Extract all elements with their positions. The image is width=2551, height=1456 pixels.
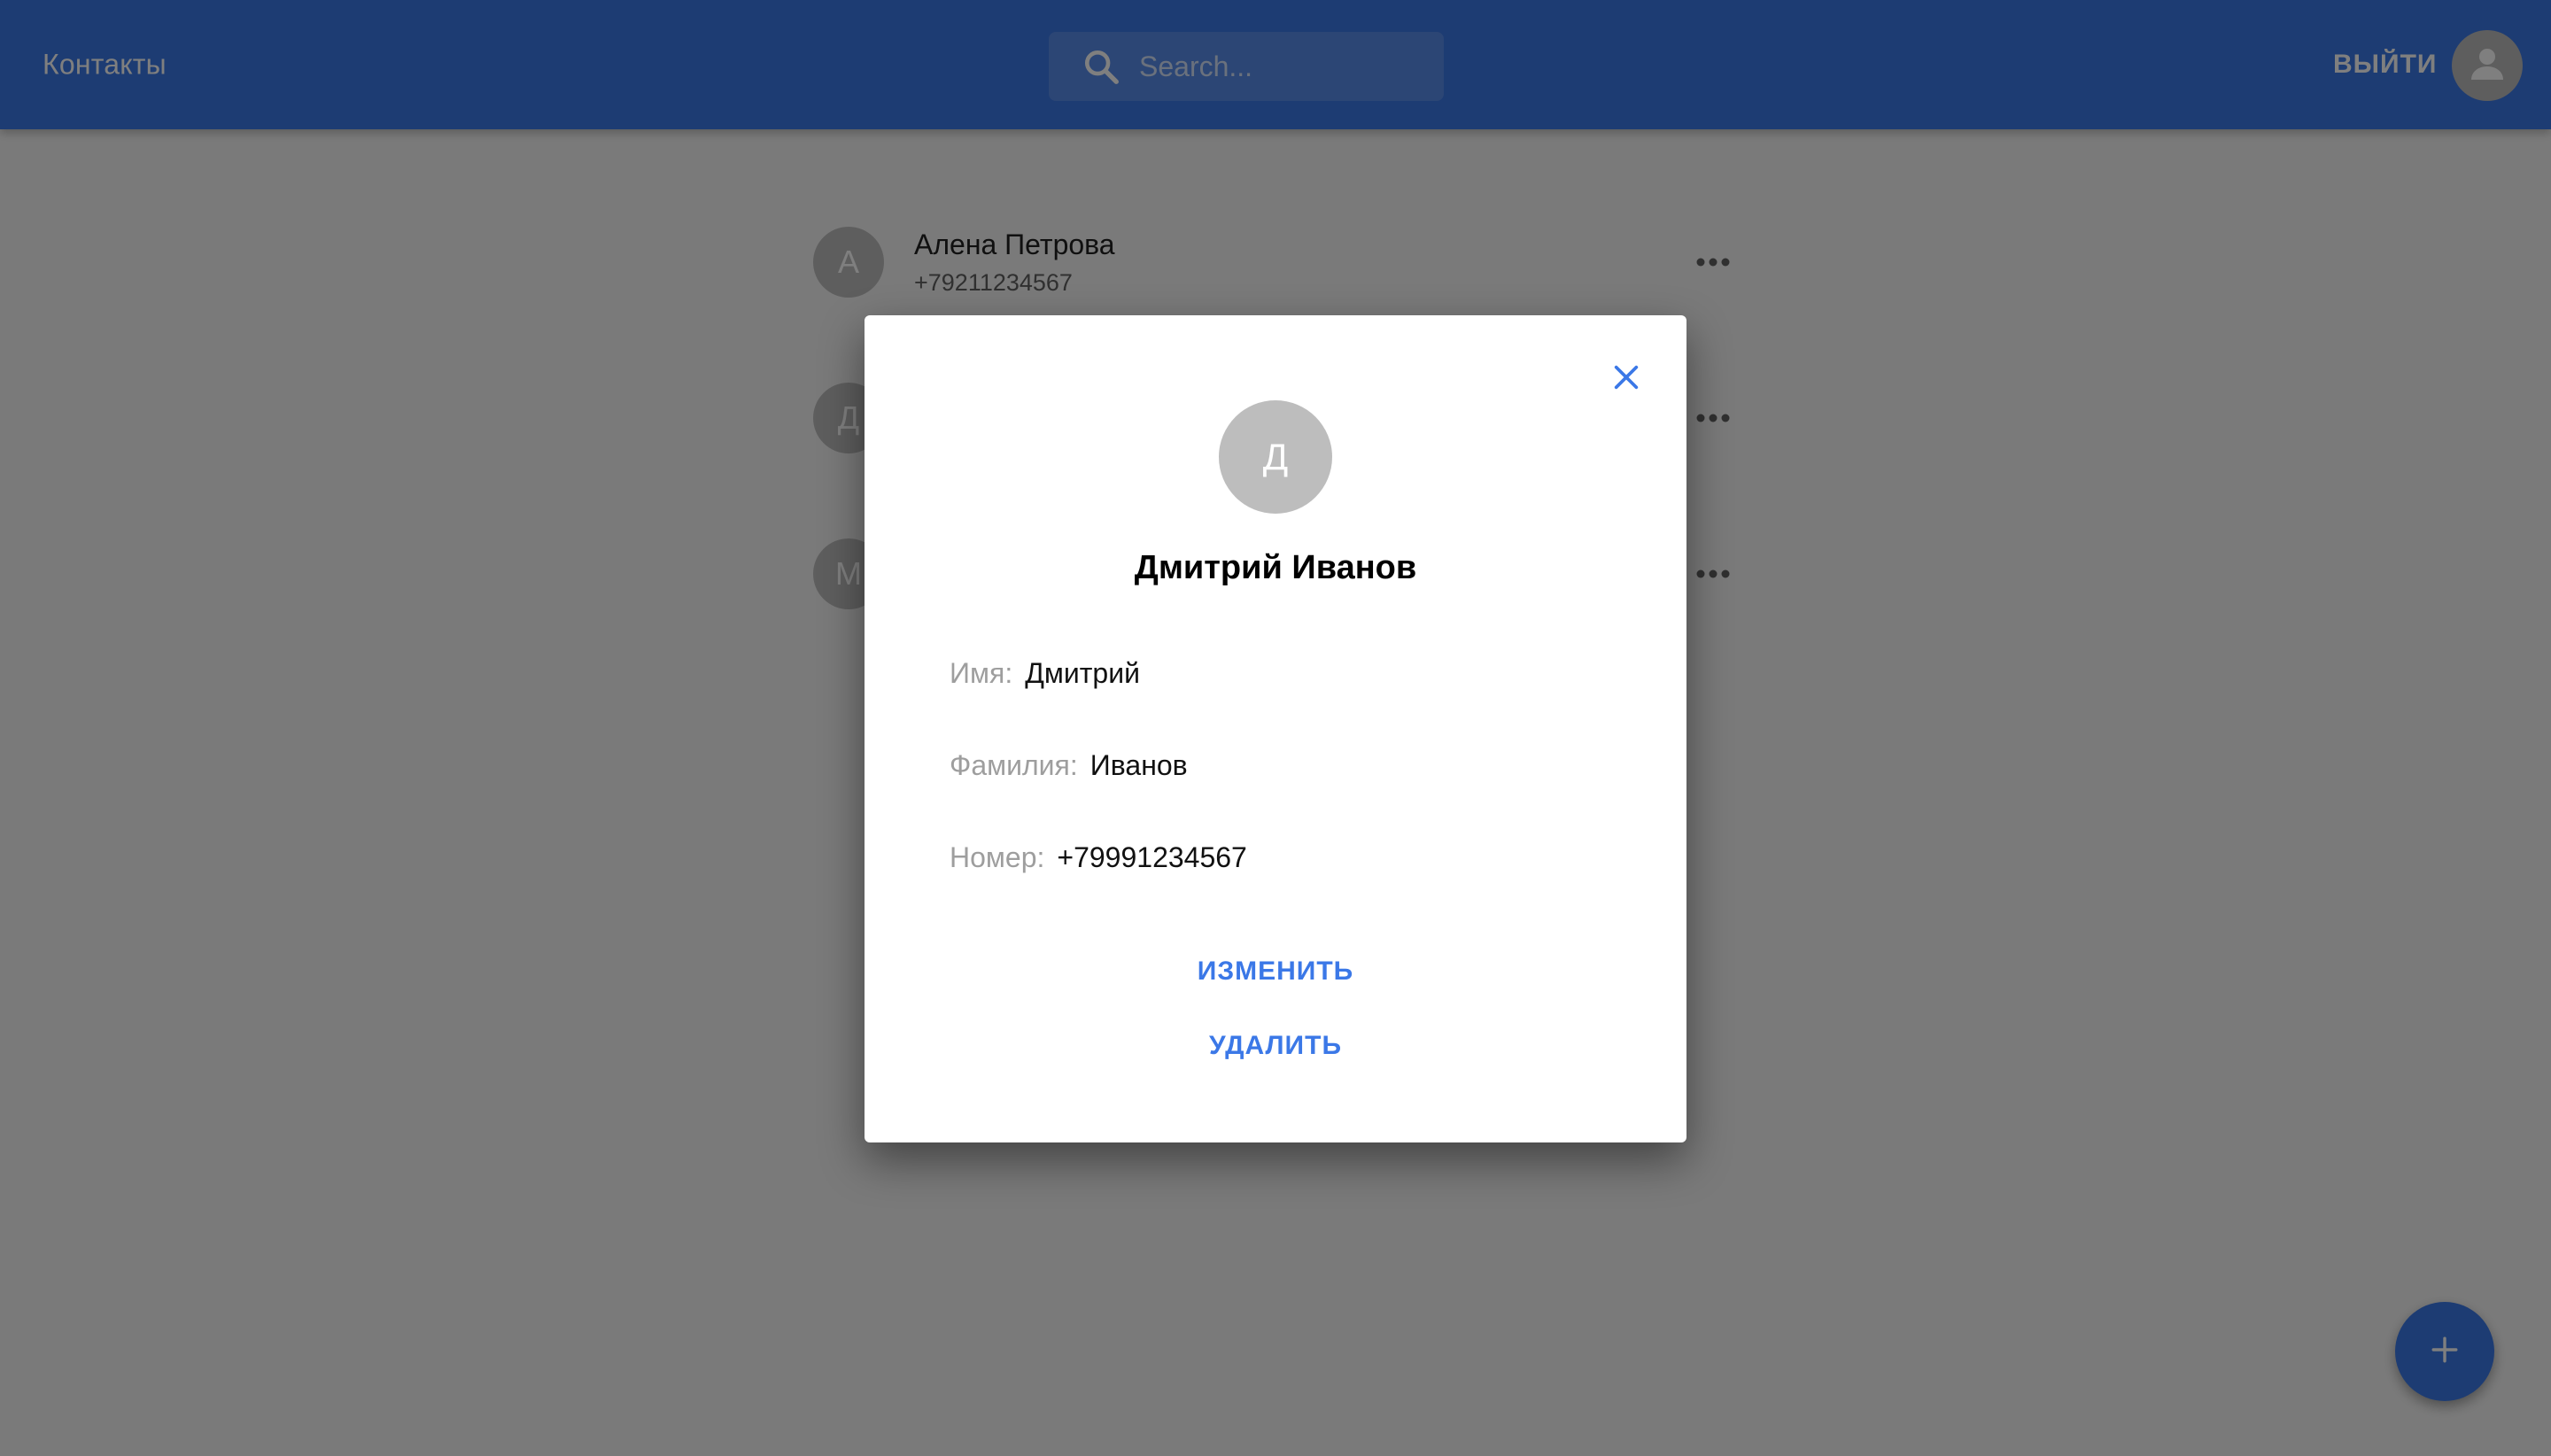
first-name-field: Имя: Дмитрий: [950, 657, 1140, 690]
close-icon: [1611, 362, 1641, 397]
phone-field: Номер: +79991234567: [950, 841, 1247, 874]
last-name-value: Иванов: [1089, 749, 1188, 781]
edit-button[interactable]: ИЗМЕНИТЬ: [865, 956, 1686, 987]
contact-full-name: Дмитрий Иванов: [1134, 549, 1417, 586]
close-button[interactable]: [1601, 354, 1651, 404]
delete-button[interactable]: УДАЛИТЬ: [865, 1031, 1686, 1061]
phone-value: +79991234567: [1057, 841, 1247, 873]
first-name-label: Имя:: [950, 657, 1013, 689]
last-name-field: Фамилия: Иванов: [950, 749, 1188, 782]
first-name-value: Дмитрий: [1025, 657, 1140, 689]
last-name-label: Фамилия:: [950, 749, 1078, 781]
phone-label: Номер:: [950, 841, 1045, 873]
contact-details-dialog: Д Дмитрий Иванов Имя: Дмитрий Фамилия: Ива…: [865, 315, 1686, 1142]
contact-avatar: Д: [1219, 400, 1332, 514]
app-root: Контакты ВЫЙТИ А Алена Петрова: [0, 0, 2551, 1456]
